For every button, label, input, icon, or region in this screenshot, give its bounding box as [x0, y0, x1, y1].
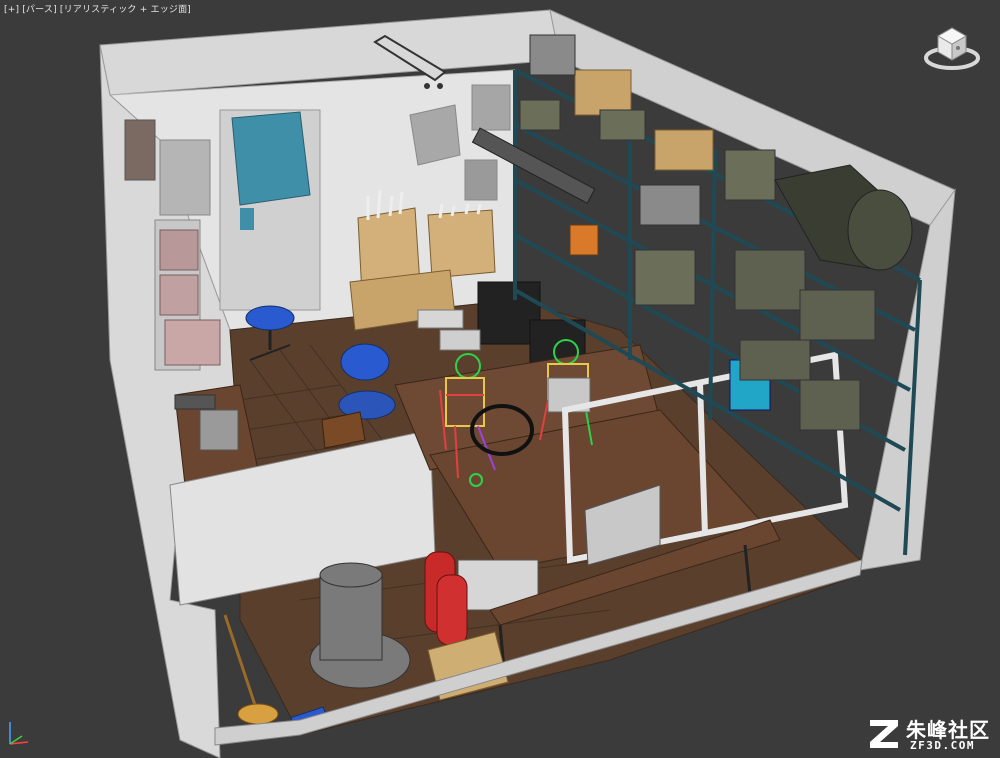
poster-2 [471, 84, 511, 131]
watermark: 朱峰社区 ZF3D.COM [866, 712, 994, 756]
scene-render[interactable] [0, 0, 1000, 758]
viewcube-icon[interactable] [922, 18, 982, 74]
poster-1 [409, 104, 461, 166]
poster-3 [464, 159, 498, 201]
watermark-subtitle: ZF3D.COM [910, 739, 975, 752]
blue-stool [245, 305, 295, 331]
broom [237, 703, 279, 725]
door-window [231, 111, 311, 206]
zf-logo-icon [870, 720, 898, 748]
viewport-label[interactable]: [+] [パース] [リアリスティック + エッジ面] [4, 2, 191, 15]
left-desk-books [199, 409, 239, 451]
poster-4 [159, 139, 211, 216]
3d-viewport[interactable]: [+] [パース] [リアリスティック + エッジ面] 朱峰社区 ZF3D.CO… [0, 0, 1000, 758]
axis-gizmo-icon [9, 722, 29, 745]
door-plate [240, 208, 254, 230]
